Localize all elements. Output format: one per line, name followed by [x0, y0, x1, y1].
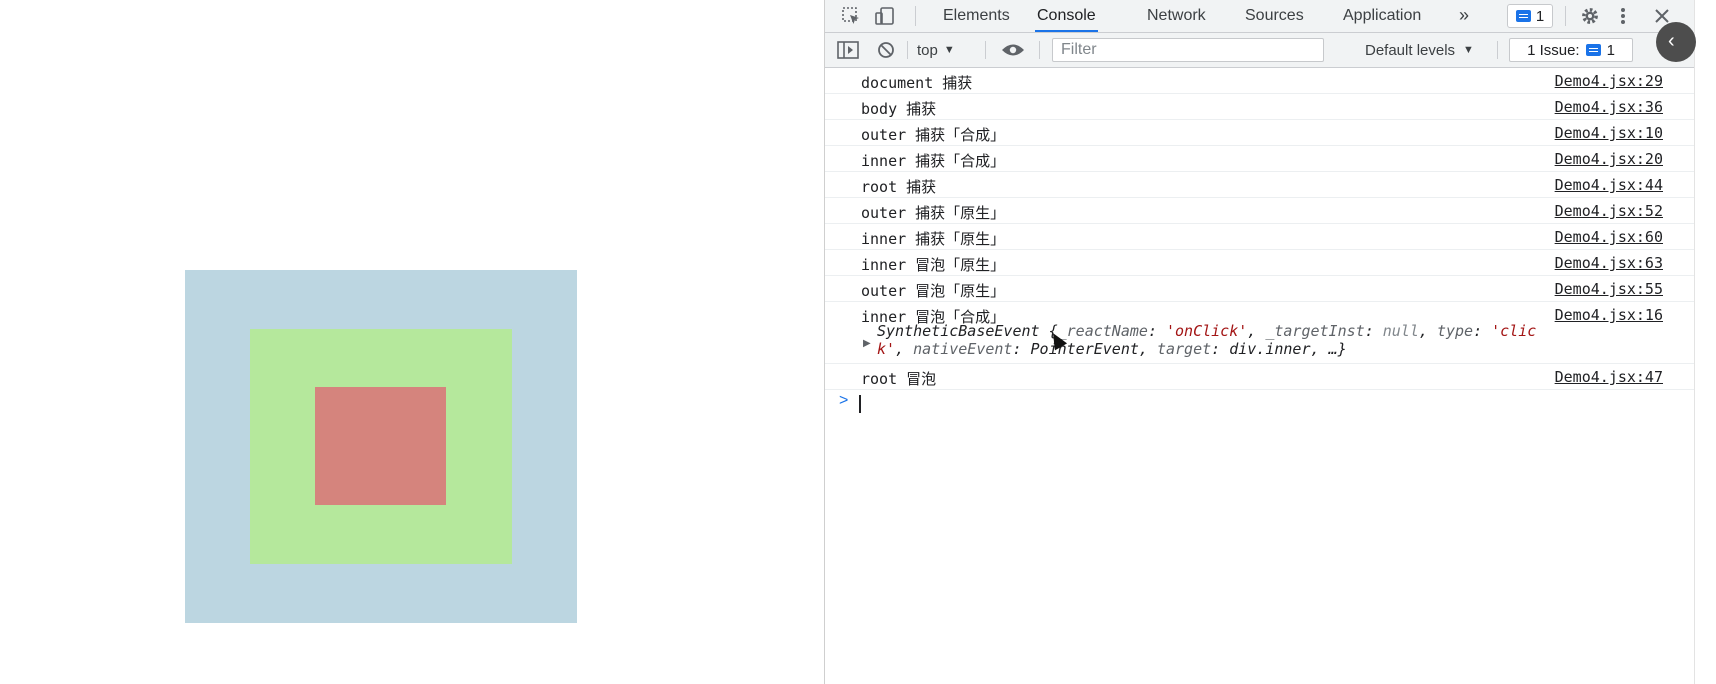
object-key: _reactName: [1057, 322, 1148, 340]
object-value: null: [1382, 322, 1419, 340]
browser-side-strip: [1694, 0, 1716, 684]
source-link[interactable]: Demo4.jsx:63: [1555, 254, 1663, 272]
console-message-row: inner 捕获「原生」 Demo4.jsx:60: [825, 224, 1695, 250]
page-preview: [0, 0, 824, 684]
log-levels-dropdown[interactable]: Default levels ▼: [1365, 38, 1474, 62]
object-value: div.inner: [1229, 340, 1311, 358]
object-preview-line-1[interactable]: SyntheticBaseEvent {_reactName: 'onClick…: [877, 322, 1536, 340]
log-message: root 冒泡: [861, 370, 937, 388]
console-message-row: outer 捕获「合成」 Demo4.jsx:10: [825, 120, 1695, 146]
filter-input[interactable]: [1052, 38, 1324, 62]
object-key: _targetInst: [1265, 322, 1365, 340]
source-link[interactable]: Demo4.jsx:10: [1555, 124, 1663, 142]
log-message: document 捕获: [861, 74, 973, 92]
devtools-panel: Elements Console Network Sources Applica…: [824, 0, 1695, 684]
messages-badge[interactable]: 1: [1507, 4, 1553, 28]
log-message: inner 捕获「原生」: [861, 230, 1006, 248]
console-toolbar: top ▼ Default levels ▼ 1 Issue: 1: [825, 33, 1695, 68]
object-value: 'clic: [1491, 322, 1537, 340]
console-message-row: outer 捕获「原生」 Demo4.jsx:52: [825, 198, 1695, 224]
object-class-name: SyntheticBaseEvent: [877, 322, 1040, 340]
divider: [1497, 41, 1498, 59]
show-sidebar-icon[interactable]: [837, 38, 859, 62]
console-message-row: inner 冒泡「原生」 Demo4.jsx:63: [825, 250, 1695, 276]
devtools-tab-bar: Elements Console Network Sources Applica…: [825, 0, 1695, 33]
divider: [907, 41, 908, 59]
console-log: document 捕获 Demo4.jsx:29 body 捕获 Demo4.j…: [825, 68, 1695, 416]
console-message-row: outer 冒泡「原生」 Demo4.jsx:55: [825, 276, 1695, 302]
log-message: body 捕获: [861, 100, 937, 118]
chevron-down-icon: ▼: [943, 44, 955, 56]
collapse-panel-button[interactable]: ‹: [1656, 22, 1696, 62]
console-message-row: document 捕获 Demo4.jsx:29: [825, 68, 1695, 94]
issues-label: 1 Issue:: [1527, 41, 1580, 59]
inner-box[interactable]: [315, 387, 446, 505]
object-key: target: [1156, 340, 1212, 358]
source-link[interactable]: Demo4.jsx:36: [1555, 98, 1663, 116]
more-options-icon[interactable]: [1615, 5, 1631, 27]
source-link[interactable]: Demo4.jsx:20: [1555, 150, 1663, 168]
console-message-row: inner 捕获「合成」 Demo4.jsx:20: [825, 146, 1695, 172]
log-levels-label: Default levels: [1365, 41, 1456, 59]
context-selector[interactable]: top ▼: [917, 38, 955, 62]
tab-console[interactable]: Console: [1035, 0, 1098, 32]
tab-network[interactable]: Network: [1145, 0, 1208, 32]
console-prompt[interactable]: >: [825, 390, 1695, 416]
context-label: top: [917, 41, 938, 59]
source-link[interactable]: Demo4.jsx:60: [1555, 228, 1663, 246]
divider: [915, 6, 916, 26]
chevron-down-icon: ▼: [1463, 44, 1474, 56]
tab-application[interactable]: Application: [1341, 0, 1423, 32]
message-icon: [1585, 44, 1601, 56]
divider: [1039, 41, 1040, 59]
log-message: inner 冒泡「原生」: [861, 256, 1006, 274]
divider: [1565, 6, 1566, 26]
tab-sources[interactable]: Sources: [1243, 0, 1306, 32]
log-message: outer 捕获「原生」: [861, 204, 1006, 222]
log-message: outer 冒泡「原生」: [861, 282, 1006, 300]
issues-count: 1: [1606, 41, 1615, 59]
log-message: inner 捕获「合成」: [861, 152, 1006, 170]
log-message: root 捕获: [861, 178, 937, 196]
inspect-element-icon[interactable]: [839, 5, 863, 27]
object-value: 'onClick': [1166, 322, 1248, 340]
live-expression-eye-icon[interactable]: [1001, 38, 1025, 62]
object-value: k': [877, 340, 896, 358]
console-message-row: root 冒泡 Demo4.jsx:47: [825, 364, 1695, 390]
issues-button[interactable]: 1 Issue: 1: [1509, 38, 1633, 62]
object-key: nativeEvent: [913, 340, 1013, 358]
messages-count: 1: [1535, 7, 1545, 25]
object-value: PointerEvent: [1030, 340, 1139, 358]
object-key: type: [1436, 322, 1474, 340]
source-link[interactable]: Demo4.jsx:44: [1555, 176, 1663, 194]
text-cursor: [859, 395, 861, 413]
gear-icon[interactable]: [1577, 5, 1603, 27]
tab-elements[interactable]: Elements: [941, 0, 1012, 32]
console-message-row: root 捕获 Demo4.jsx:44: [825, 172, 1695, 198]
console-message-row: inner 冒泡「合成」 Demo4.jsx:16 ▶ SyntheticBas…: [825, 302, 1695, 364]
object-preview-line-2[interactable]: k', nativeEvent: PointerEvent, target: d…: [877, 340, 1347, 358]
source-link[interactable]: Demo4.jsx:55: [1555, 280, 1663, 298]
console-message-row: body 捕获 Demo4.jsx:36: [825, 94, 1695, 120]
clear-console-icon[interactable]: [877, 38, 895, 62]
log-message: outer 捕获「合成」: [861, 126, 1006, 144]
more-tabs-button[interactable]: »: [1457, 0, 1471, 32]
prompt-chevron-icon: >: [839, 392, 849, 409]
source-link[interactable]: Demo4.jsx:52: [1555, 202, 1663, 220]
source-link[interactable]: Demo4.jsx:16: [1555, 306, 1663, 324]
device-toolbar-icon[interactable]: [873, 5, 897, 27]
source-link[interactable]: Demo4.jsx:29: [1555, 72, 1663, 90]
object-ellipsis: …}: [1328, 340, 1347, 358]
expand-triangle-icon[interactable]: ▶: [863, 338, 871, 349]
source-link[interactable]: Demo4.jsx:47: [1555, 368, 1663, 386]
divider: [985, 41, 986, 59]
message-icon: [1515, 10, 1531, 22]
